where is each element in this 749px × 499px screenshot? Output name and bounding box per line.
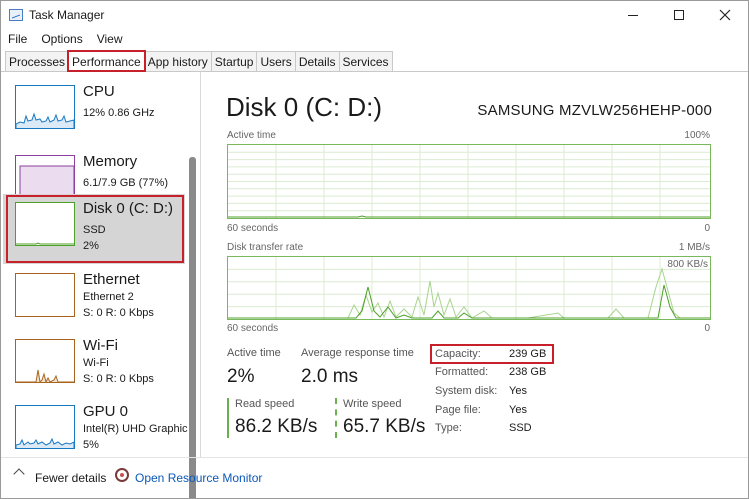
page-file-value: Yes <box>509 404 527 416</box>
title-bar: Task Manager <box>1 1 748 29</box>
performance-sidebar: CPU 12% 0.86 GHz Memory 6.1/7.9 GB (77%)… <box>1 72 201 498</box>
transfer-rate-graph-label: Disk transfer rate <box>227 242 304 253</box>
sidebar-item-throughput: S: 0 R: 0 Kbps <box>83 373 154 385</box>
write-speed-value: 65.7 KB/s <box>343 416 426 437</box>
cpu-thumbnail-graph <box>15 85 75 129</box>
sidebar-item-name: Wi-Fi <box>83 337 118 354</box>
type-label: Type: <box>435 422 462 434</box>
sidebar-item-cpu[interactable]: CPU 12% 0.86 GHz <box>3 77 185 147</box>
tab-app-history[interactable]: App history <box>143 51 212 71</box>
write-speed-label: Write speed <box>343 398 402 410</box>
close-button[interactable] <box>702 1 748 29</box>
sidebar-item-usage: 5% <box>83 439 99 451</box>
sidebar-item-detail: 12% 0.86 GHz <box>83 107 155 119</box>
fewer-details-button[interactable]: Fewer details <box>35 471 106 485</box>
gpu-thumbnail-graph <box>15 405 75 449</box>
tab-users[interactable]: Users <box>256 51 296 71</box>
active-time-graph <box>227 144 711 219</box>
ethernet-thumbnail-graph <box>15 273 75 317</box>
active-time-value: 2% <box>227 366 255 387</box>
transfer-rate-graph-min: 0 <box>704 323 710 334</box>
sidebar-item-name: Memory <box>83 153 138 170</box>
active-time-graph-label: Active time <box>227 130 276 141</box>
capacity-value: 239 GB <box>509 348 547 360</box>
maximize-icon <box>674 10 684 20</box>
disk-detail-panel: Disk 0 (C: D:) SAMSUNG MZVLW256HEHP-000 … <box>202 72 748 457</box>
sidebar-scrollbar[interactable] <box>189 157 196 498</box>
formatted-value: 238 GB <box>509 366 547 378</box>
selection-highlight <box>6 195 184 263</box>
type-value: SSD <box>509 422 532 434</box>
task-manager-app-icon <box>9 9 23 21</box>
minimize-icon <box>628 14 638 16</box>
write-speed-indicator <box>335 398 337 438</box>
sidebar-item-detail: 6.1/7.9 GB (77%) <box>83 177 168 189</box>
tab-startup[interactable]: Startup <box>210 51 258 71</box>
capacity-label: Capacity: <box>435 348 481 360</box>
sidebar-item-name: Ethernet <box>83 271 140 288</box>
chevron-up-icon[interactable] <box>13 468 25 480</box>
sidebar-item-detail: Intel(R) UHD Graphic <box>83 423 188 435</box>
sidebar-item-disk-0[interactable]: Disk 0 (C: D:) SSD 2% <box>3 194 185 264</box>
read-speed-label: Read speed <box>235 398 295 410</box>
sidebar-item-wifi[interactable]: Wi-Fi Wi-Fi S: 0 R: 0 Kbps <box>3 331 185 401</box>
sidebar-item-ethernet[interactable]: Ethernet Ethernet 2 S: 0 R: 0 Kbps <box>3 265 185 335</box>
page-file-label: Page file: <box>435 404 481 416</box>
menu-bar: File Options View <box>1 30 130 48</box>
tab-details[interactable]: Details <box>294 51 340 71</box>
transfer-rate-graph-mid: 800 KB/s <box>667 259 708 270</box>
read-speed-indicator <box>227 398 229 438</box>
footer-bar: Fewer details Open Resource Monitor <box>1 457 748 498</box>
tab-services[interactable]: Services <box>338 51 393 71</box>
tab-bar: Processes Performance App history Startu… <box>5 50 393 72</box>
disk-model: SAMSUNG MZVLW256HEHP-000 <box>477 102 712 119</box>
active-time-label: Active time <box>227 347 281 359</box>
sidebar-item-name: CPU <box>83 83 115 100</box>
read-speed-value: 86.2 KB/s <box>235 416 318 437</box>
sidebar-item-detail: Wi-Fi <box>83 357 109 369</box>
maximize-button[interactable] <box>656 1 702 29</box>
close-icon <box>719 9 731 21</box>
avg-response-time-label: Average response time <box>301 347 414 359</box>
sidebar-item-name: GPU 0 <box>83 403 129 420</box>
memory-thumbnail-graph <box>15 155 75 199</box>
system-disk-value: Yes <box>509 385 527 397</box>
wifi-thumbnail-graph <box>15 339 75 384</box>
active-time-graph-max: 100% <box>684 130 710 141</box>
menu-file[interactable]: File <box>1 30 34 48</box>
menu-options[interactable]: Options <box>34 30 89 48</box>
disk-title: Disk 0 (C: D:) <box>226 92 382 122</box>
task-manager-window: Task Manager File Options View Processes… <box>0 0 749 499</box>
tab-processes[interactable]: Processes <box>5 51 70 71</box>
transfer-rate-graph-max: 1 MB/s <box>678 242 710 253</box>
formatted-label: Formatted: <box>435 366 489 378</box>
minimize-button[interactable] <box>610 1 656 29</box>
active-time-graph-min: 0 <box>704 223 710 234</box>
sidebar-item-detail: Ethernet 2 <box>83 291 134 303</box>
active-time-graph-duration: 60 seconds <box>227 223 279 234</box>
system-disk-label: System disk: <box>435 385 498 397</box>
open-resource-monitor-link[interactable]: Open Resource Monitor <box>135 471 262 485</box>
avg-response-time-value: 2.0 ms <box>301 366 359 387</box>
transfer-rate-graph: 800 KB/s <box>227 256 711 320</box>
transfer-rate-graph-duration: 60 seconds <box>227 323 279 334</box>
tab-performance[interactable]: Performance <box>67 50 146 72</box>
window-title: Task Manager <box>29 8 105 22</box>
menu-view[interactable]: View <box>90 30 130 48</box>
resource-monitor-icon[interactable] <box>115 468 129 482</box>
sidebar-item-throughput: S: 0 R: 0 Kbps <box>83 307 154 319</box>
